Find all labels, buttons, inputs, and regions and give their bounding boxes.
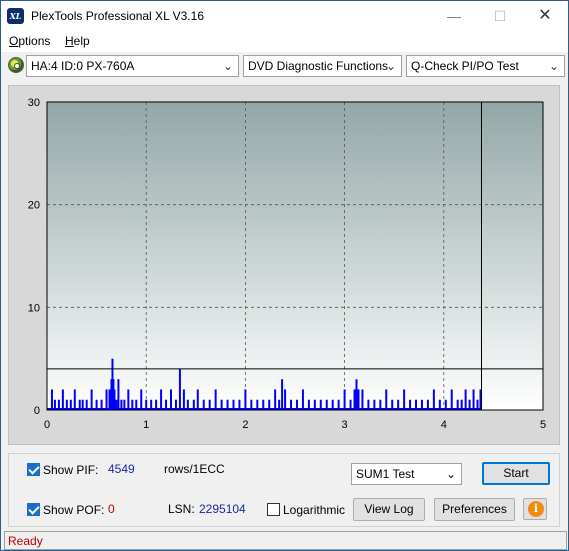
preferences-button[interactable]: Preferences — [434, 498, 515, 521]
function-select-value: DVD Diagnostic Functions — [248, 59, 389, 73]
chart-bar — [178, 368, 181, 410]
chart-bar — [108, 389, 111, 410]
chart-bar — [274, 389, 277, 410]
pif-value: 4549 — [108, 462, 135, 476]
menu-help[interactable]: Help — [65, 34, 90, 48]
maximize-button[interactable]: ☐ — [477, 1, 523, 31]
chart-bar — [117, 379, 120, 410]
show-pif-checkbox[interactable] — [27, 463, 40, 476]
chart-bar — [73, 389, 76, 410]
menu-options[interactable]: Options — [9, 34, 50, 48]
title-bar: XL PlexTools Professional XL V3.16 — ☐ ✕ — [1, 1, 568, 31]
drive-select-value: HA:4 ID:0 PX-760A — [31, 59, 135, 73]
window-title: PlexTools Professional XL V3.16 — [31, 9, 204, 23]
chevron-down-icon: ⌄ — [445, 467, 456, 481]
chevron-down-icon: ⌄ — [548, 59, 559, 73]
chart-bar — [244, 389, 247, 410]
chart-panel: 0 1 2 3 4 5 0 10 20 30 — [8, 85, 560, 445]
sum-test-select-value: SUM1 Test — [356, 467, 415, 481]
lsn-value: 2295104 — [199, 502, 246, 516]
chart-bar — [196, 389, 199, 410]
chart-bar — [281, 379, 284, 410]
logarithmic-checkbox[interactable] — [267, 503, 280, 516]
chart-bar — [284, 389, 287, 410]
sum-test-select[interactable]: SUM1 Test ⌄ — [351, 463, 462, 485]
view-log-button[interactable]: View Log — [353, 498, 425, 521]
chart-bar — [61, 389, 64, 410]
menu-bar: Options Help — [1, 31, 568, 52]
y-tick-label: 0 — [34, 405, 40, 417]
app-logo-icon: XL — [7, 8, 24, 24]
x-tick-label: 1 — [143, 419, 149, 431]
pof-value: 0 — [108, 502, 115, 516]
chart-bar — [105, 389, 108, 410]
close-button[interactable]: ✕ — [522, 1, 568, 31]
start-button-label: Start — [503, 466, 529, 480]
chart-bar — [353, 389, 356, 410]
show-pif-label: Show PIF: — [43, 463, 99, 477]
view-log-button-label: View Log — [364, 502, 414, 516]
chart-bar — [343, 389, 346, 410]
chart-bar — [432, 389, 435, 410]
chart-bar — [127, 389, 130, 410]
y-tick-label: 30 — [28, 97, 40, 109]
main-window: XL PlexTools Professional XL V3.16 — ☐ ✕… — [0, 0, 569, 551]
show-pof-checkbox[interactable] — [27, 503, 40, 516]
x-tick-label: 2 — [242, 419, 248, 431]
chart-bar — [450, 389, 453, 410]
chart-bar — [182, 389, 185, 410]
minimize-button[interactable]: — — [431, 1, 477, 31]
test-select-value: Q-Check PI/PO Test — [411, 59, 519, 73]
chart-bar — [403, 389, 406, 410]
show-pof-label: Show POF: — [43, 503, 105, 517]
chart-bar — [50, 389, 53, 410]
toolbar: HA:4 ID:0 PX-760A ⌄ DVD Diagnostic Funct… — [1, 52, 568, 80]
x-tick-label: 3 — [342, 419, 348, 431]
chart-bar — [170, 389, 172, 410]
chart-bar — [160, 389, 163, 410]
test-select[interactable]: Q-Check PI/PO Test ⌄ — [406, 55, 565, 77]
chart-bar — [301, 389, 304, 410]
info-icon: i — [528, 501, 544, 517]
status-text: Ready — [8, 534, 43, 548]
preferences-button-label: Preferences — [442, 502, 507, 516]
pi-po-chart: 0 1 2 3 4 5 0 10 20 30 — [28, 97, 546, 431]
x-tick-label: 0 — [44, 419, 50, 431]
chevron-down-icon: ⌄ — [385, 59, 396, 73]
start-button[interactable]: Start — [482, 462, 550, 485]
disc-drive-icon — [8, 57, 24, 73]
y-tick-label: 10 — [28, 302, 40, 314]
x-tick-label: 5 — [540, 419, 546, 431]
chart-bar — [113, 389, 116, 410]
chart-bar — [472, 389, 475, 410]
x-tick-label: 4 — [441, 419, 447, 431]
lsn-label: LSN: — [168, 502, 195, 516]
chart-bar — [357, 389, 360, 410]
chart-bar — [355, 379, 358, 410]
chart-bar — [361, 389, 364, 410]
status-bar: Ready — [4, 531, 567, 550]
chevron-down-icon: ⌄ — [222, 59, 233, 73]
y-tick-label: 20 — [28, 200, 40, 212]
plot-area — [47, 102, 543, 410]
rows-ecc-label: rows/1ECC — [164, 462, 225, 476]
chart-bar — [214, 389, 217, 410]
info-button[interactable]: i — [523, 498, 547, 520]
drive-select[interactable]: HA:4 ID:0 PX-760A ⌄ — [26, 55, 239, 77]
chart-bar — [90, 389, 93, 410]
logarithmic-label: Logarithmic — [283, 503, 346, 517]
chart-bar — [464, 389, 467, 410]
function-select[interactable]: DVD Diagnostic Functions ⌄ — [243, 55, 402, 77]
chart-bar — [385, 389, 388, 410]
chart-bar — [140, 389, 143, 410]
